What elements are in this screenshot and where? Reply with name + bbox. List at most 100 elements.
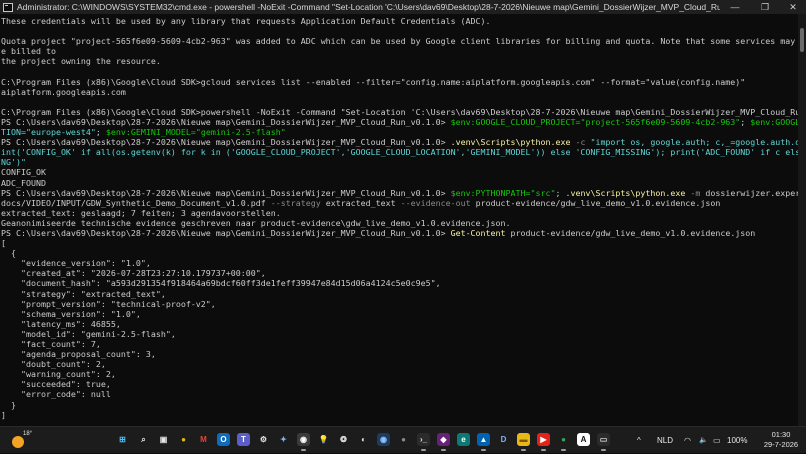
console-text-segment: C:\Program Files (x86)\Google\Cloud SDK>… — [1, 106, 798, 117]
console-text-segment: Get-Content — [450, 227, 506, 238]
weather-widget[interactable]: 18° — [10, 430, 32, 450]
console-line: "doubt_count": 2, — [1, 359, 798, 369]
cmd-icon[interactable]: ▭ — [597, 433, 610, 451]
console-text-segment: "succeeded": true, — [1, 379, 111, 390]
file-explorer-icon[interactable]: ▬ — [517, 433, 530, 451]
edge-icon[interactable]: e — [457, 433, 470, 446]
console-line: "strategy": "extracted_text", — [1, 289, 798, 299]
console-text-segment: PS C:\Users\dav69\Desktop\28-7-2026\Nieu… — [1, 187, 451, 198]
chrome-icon[interactable]: ● — [177, 433, 190, 446]
tips-icon[interactable]: 💡 — [317, 433, 330, 446]
console-text-segment: Quota project "project-565f6e09-5609-4cb… — [1, 36, 798, 47]
console-line: PS C:\Users\dav69\Desktop\28-7-2026\Nieu… — [1, 188, 798, 198]
volume-icon[interactable]: 🔈 — [699, 427, 708, 454]
console-text-segment: .venv\Scripts\python.exe — [565, 187, 686, 198]
search-icon[interactable]: ⌕ — [137, 433, 150, 446]
console-line: C:\Program Files (x86)\Google\Cloud SDK>… — [1, 77, 798, 87]
gmail-icon[interactable]: M — [197, 433, 210, 446]
scrollbar-thumb[interactable] — [800, 28, 804, 52]
console-line: "model_id": "gemini-2.5-flash", — [1, 329, 798, 339]
a-app-icon[interactable]: A — [577, 433, 590, 446]
console-line: [ — [1, 238, 798, 248]
settings-icon[interactable]: ⚙ — [257, 433, 270, 446]
console-text-segment: the project owning the resource. — [1, 56, 161, 67]
console-text-segment: "schema_version": "1.0", — [1, 308, 141, 319]
console-text-segment: extracted_text — [325, 197, 396, 208]
console-text-segment: "prompt_version": "technical-proof-v2", — [1, 298, 216, 309]
system-clock[interactable]: 01:30 29-7-2026 — [758, 430, 804, 450]
console-line: } — [1, 400, 798, 410]
console-text-segment: -c — [570, 137, 591, 148]
copilot-icon[interactable]: ✦ — [277, 433, 290, 446]
console-text-segment: These credentials will be used by any li… — [1, 16, 491, 26]
console-text-segment: } — [1, 399, 16, 410]
github-icon[interactable]: ◐ — [357, 433, 370, 446]
window-titlebar[interactable]: Administrator: C:\WINDOWS\SYSTEM32\cmd.e… — [0, 0, 806, 14]
console-text-segment: "agenda_proposal_count": 3, — [1, 349, 156, 360]
app-icon[interactable]: ● — [397, 433, 410, 446]
console-text-segment: "latency_ms": 46855, — [1, 318, 121, 329]
battery-icon[interactable]: ▭ — [713, 427, 721, 454]
console-line: "latency_ms": 46855, — [1, 319, 798, 329]
cmd-window-icon — [3, 2, 13, 12]
console-line: PS C:\Users\dav69\Desktop\28-7-2026\Nieu… — [1, 117, 798, 127]
close-button[interactable]: ✕ — [780, 0, 806, 14]
teams-icon[interactable]: T — [237, 433, 250, 446]
console-line: These credentials will be used by any li… — [1, 16, 798, 26]
task-view-icon[interactable]: ▣ — [157, 433, 170, 446]
console-line: Geanonimiseerde technische evidence gesc… — [1, 218, 798, 228]
console-text-segment: [ — [1, 238, 6, 249]
input-language[interactable]: NLD — [657, 427, 673, 454]
console-text-segment: C:\Program Files (x86)\Google\Cloud SDK>… — [1, 76, 746, 87]
outlook-icon[interactable]: O — [217, 433, 230, 446]
console-output[interactable]: These credentials will be used by any li… — [0, 14, 798, 426]
console-text-segment: PS C:\Users\dav69\Desktop\28-7-2026\Nieu… — [1, 116, 451, 127]
maximize-button[interactable]: ❐ — [750, 0, 780, 14]
visual-studio-icon[interactable]: ◆ — [437, 433, 450, 451]
console-line: NG')" — [1, 157, 798, 167]
d-app-icon[interactable]: D — [497, 433, 510, 446]
clock-time: 01:30 — [771, 430, 791, 439]
console-line: e billed to — [1, 46, 798, 56]
console-text-segment: $env:GEMINI_MODEL="gemini-2.5-flash" — [105, 127, 286, 138]
minimize-button[interactable]: — — [720, 0, 750, 14]
console-text-segment: --strategy — [265, 197, 326, 208]
console-text-segment: Geanonimiseerde technische evidence gesc… — [1, 217, 511, 228]
terminal-icon[interactable]: ›_ — [417, 433, 430, 451]
console-text-segment: ADC_FOUND — [1, 177, 46, 188]
console-text-segment: ] — [1, 409, 6, 420]
weather-sun-icon — [12, 436, 24, 448]
console-line: Quota project "project-565f6e09-5609-4cb… — [1, 36, 798, 46]
console-text-segment: docs/VIDEO/INPUT/GDW_Synthetic_Demo_Docu… — [1, 197, 266, 208]
console-line: PS C:\Users\dav69\Desktop\28-7-2026\Nieu… — [1, 228, 798, 238]
console-line: aiplatform.googleapis.com — [1, 87, 798, 97]
obs-icon[interactable]: ◉ — [297, 433, 310, 451]
console-text-segment: NG')" — [1, 157, 26, 168]
console-text-segment: "document_hash": "a593d291354f918464a69b… — [1, 278, 441, 289]
console-text-segment: "model_id": "gemini-2.5-flash", — [1, 328, 176, 339]
console-text-segment: { — [1, 248, 16, 259]
console-text-segment: ; — [555, 187, 566, 198]
console-text-segment: "import os, google.auth; c,_=google.auth… — [590, 137, 798, 148]
console-text-segment: ; — [740, 116, 751, 127]
photos-icon[interactable]: ▲ — [477, 433, 490, 451]
chrome-app-icon[interactable]: ● — [557, 433, 570, 451]
console-line: int('CONFIG_OK' if all(os.getenv(k) for … — [1, 147, 798, 157]
youtube-icon[interactable]: ▶ — [537, 433, 550, 451]
media-icon[interactable]: ◉ — [377, 433, 390, 446]
wifi-icon[interactable]: ◠ — [684, 427, 691, 454]
tray-overflow-chevron[interactable]: ^ — [637, 427, 641, 454]
console-text-segment: $env:PYTHONPATH="src" — [450, 187, 556, 198]
console-text-segment: .venv\Scripts\python.exe — [450, 137, 571, 148]
start-icon[interactable]: ⊞ — [116, 433, 129, 446]
console-scrollbar[interactable] — [798, 14, 806, 426]
console-text-segment: aiplatform.googleapis.com — [1, 86, 126, 97]
console-line: ADC_FOUND — [1, 178, 798, 188]
console-text-segment: "strategy": "extracted_text", — [1, 288, 166, 299]
console-text-segment: e billed to — [1, 46, 56, 57]
console-text-segment: --evidence-out — [395, 197, 476, 208]
chatgpt-icon[interactable]: ❂ — [337, 433, 350, 446]
